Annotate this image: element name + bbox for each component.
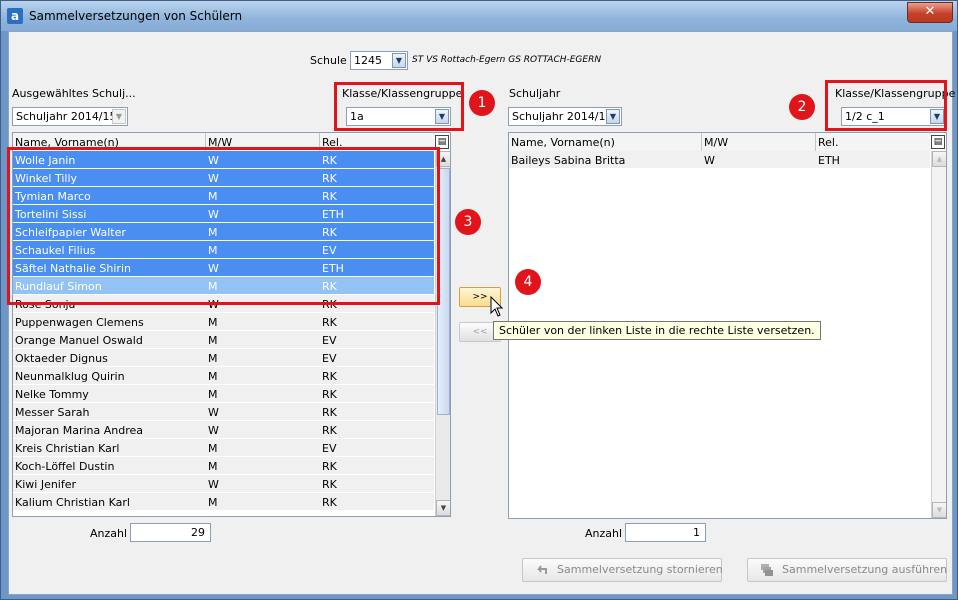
cell-rel: EV: [322, 352, 337, 365]
stack-icon: [761, 564, 773, 576]
right-scrollbar[interactable]: ▲ ▼: [931, 151, 946, 518]
cell-name: Baileys Sabina Britta: [511, 154, 626, 167]
annotation-box-selection: [7, 147, 440, 305]
column-divider[interactable]: [701, 133, 702, 151]
left-year-label: Ausgewähltes Schulj...: [12, 87, 136, 100]
window-title: Sammelversetzungen von Schülern: [29, 9, 243, 23]
table-row[interactable]: Oktaeder Dignus M EV: [13, 349, 434, 367]
left-count-label: Anzahl: [90, 527, 128, 540]
close-button[interactable]: ✕: [907, 2, 953, 23]
left-year-value: Schuljahr 2014/15: [16, 110, 117, 123]
title-bar[interactable]: a Sammelversetzungen von Schülern ✕: [1, 1, 957, 31]
annotation-box-class-left: [334, 82, 464, 131]
table-row[interactable]: Kalium Christian Karl M RK: [13, 493, 434, 511]
right-table-header: Name, Vorname(n) M/W Rel.: [509, 133, 930, 152]
right-year-select[interactable]: Schuljahr 2014/15 ▼: [508, 107, 622, 126]
cell-mw: W: [208, 478, 219, 491]
right-year-label: Schuljahr: [509, 87, 561, 100]
cell-mw: M: [208, 352, 218, 365]
cell-mw: M: [208, 496, 218, 509]
chevron-down-icon[interactable]: ▼: [112, 109, 126, 124]
annotation-badge-1: 1: [469, 90, 495, 116]
right-year-value: Schuljahr 2014/15: [512, 110, 613, 123]
table-row[interactable]: Kiwi Jenifer W RK: [13, 475, 434, 493]
cell-rel: RK: [322, 496, 337, 509]
cell-name: Kreis Christian Karl: [15, 442, 120, 455]
cell-name: Messer Sarah: [15, 406, 90, 419]
scroll-down-icon[interactable]: ▼: [932, 502, 946, 518]
cell-mw: M: [208, 442, 218, 455]
cell-rel: RK: [322, 478, 337, 491]
cell-name: Majoran Marina Andrea: [15, 424, 144, 437]
cell-rel: RK: [322, 370, 337, 383]
cell-name: Orange Manuel Oswald: [15, 334, 143, 347]
execute-transfer-label: Sammelversetzung ausführen: [782, 563, 948, 576]
cell-name: Oktaeder Dignus: [15, 352, 108, 365]
cell-mw: W: [208, 424, 219, 437]
app-window: a Sammelversetzungen von Schülern ✕ Schu…: [0, 0, 958, 600]
cell-rel: EV: [322, 442, 337, 455]
cell-mw: M: [208, 370, 218, 383]
cell-rel: ETH: [818, 154, 840, 167]
move-tooltip: Schüler von der linken Liste in die rech…: [493, 321, 821, 340]
table-row[interactable]: Messer Sarah W RK: [13, 403, 434, 421]
cell-mw: M: [208, 388, 218, 401]
school-name: ST VS Rottach-Egern GS ROTTACH-EGERN: [412, 55, 602, 65]
cell-name: Koch-Löffel Dustin: [15, 460, 115, 473]
table-row[interactable]: Kreis Christian Karl M EV: [13, 439, 434, 457]
scroll-up-icon[interactable]: ▲: [932, 151, 946, 167]
school-select[interactable]: 1245 ▼: [350, 51, 408, 70]
mouse-cursor-icon: [490, 296, 504, 317]
right-count-value: 1: [625, 523, 706, 542]
app-icon: a: [7, 8, 23, 24]
table-row[interactable]: Orange Manuel Oswald M EV: [13, 331, 434, 349]
execute-transfer-button[interactable]: Sammelversetzung ausführen: [747, 558, 947, 582]
school-label: Schule: [310, 54, 347, 67]
cell-name: Kalium Christian Karl: [15, 496, 130, 509]
undo-icon: [537, 565, 547, 574]
column-divider[interactable]: [815, 133, 816, 151]
table-row[interactable]: Baileys Sabina Britta W ETH: [509, 151, 930, 169]
column-header-name[interactable]: Name, Vorname(n): [511, 136, 615, 149]
cell-name: Puppenwagen Clemens: [15, 316, 144, 329]
chevron-down-icon[interactable]: ▼: [392, 53, 406, 68]
table-row[interactable]: Puppenwagen Clemens M RK: [13, 313, 434, 331]
table-row[interactable]: Nelke Tommy M RK: [13, 385, 434, 403]
left-count-value: 29: [130, 523, 211, 542]
table-row[interactable]: Koch-Löffel Dustin M RK: [13, 457, 434, 475]
right-count-label: Anzahl: [585, 527, 623, 540]
chevron-down-icon[interactable]: ▼: [606, 109, 620, 124]
column-header-rel[interactable]: Rel.: [818, 136, 838, 149]
annotation-badge-4: 4: [515, 269, 541, 295]
cell-name: Kiwi Jenifer: [15, 478, 77, 491]
cell-mw: M: [208, 316, 218, 329]
cell-name: Neunmalklug Quirin: [15, 370, 125, 383]
scroll-down-icon[interactable]: ▼: [436, 500, 450, 516]
cell-rel: RK: [322, 388, 337, 401]
cell-rel: RK: [322, 406, 337, 419]
cancel-transfer-label: Sammelversetzung stornieren: [557, 563, 723, 576]
table-row[interactable]: Majoran Marina Andrea W RK: [13, 421, 434, 439]
cell-rel: RK: [322, 424, 337, 437]
cancel-transfer-button[interactable]: Sammelversetzung stornieren: [522, 558, 723, 582]
annotation-box-class-right: [825, 80, 947, 131]
cell-mw: W: [704, 154, 715, 167]
cell-rel: RK: [322, 316, 337, 329]
school-code: 1245: [354, 54, 382, 67]
cell-rel: EV: [322, 334, 337, 347]
table-row[interactable]: Neunmalklug Quirin M RK: [13, 367, 434, 385]
cell-rel: RK: [322, 460, 337, 473]
annotation-badge-2: 2: [789, 94, 815, 120]
cell-name: Nelke Tommy: [15, 388, 89, 401]
column-header-mw[interactable]: M/W: [704, 136, 728, 149]
annotation-badge-3: 3: [455, 209, 481, 235]
cell-mw: M: [208, 460, 218, 473]
cell-mw: M: [208, 334, 218, 347]
column-chooser-icon[interactable]: ▤: [931, 135, 945, 149]
left-year-select[interactable]: Schuljahr 2014/15 ▼: [12, 107, 128, 126]
cell-mw: W: [208, 406, 219, 419]
